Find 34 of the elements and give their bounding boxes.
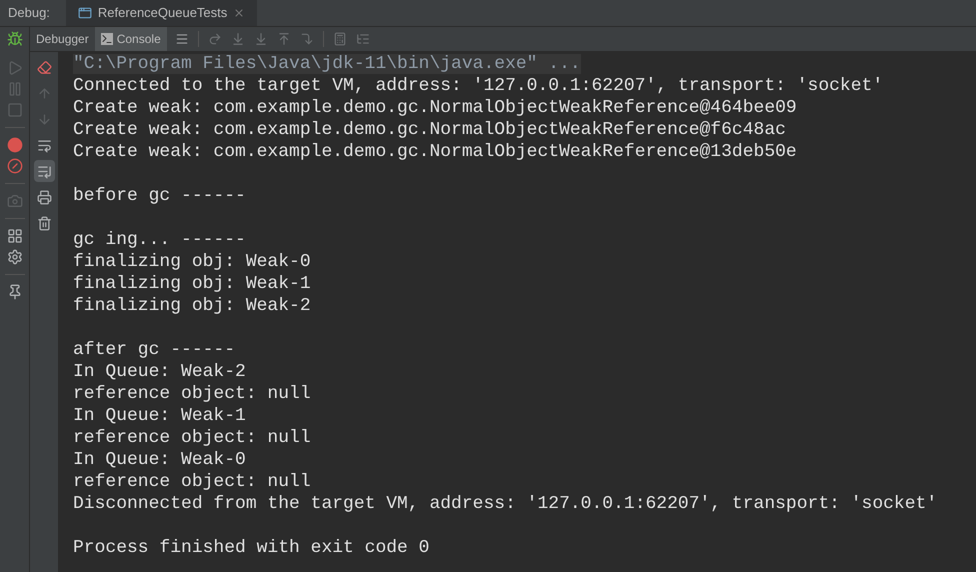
mute-breakpoints-icon[interactable] [6,158,22,174]
console-line: Create weak: com.example.demo.gc.NormalObjectWeakReference@464bee09 [73,98,797,118]
settings-icon[interactable] [6,249,22,265]
menu-icon[interactable] [174,32,189,46]
console-line: finalizing obj: Weak-0 [73,252,311,272]
console-line: before gc ------ [73,186,246,206]
view-tab[interactable]: Console [94,27,167,51]
console-line: In Queue: Weak-0 [73,450,246,470]
window-icon [78,6,92,20]
session-tab[interactable]: ReferenceQueueTests [66,0,258,26]
console-line: Process finished with exit code 0 [73,538,430,558]
bug-icon [6,31,22,47]
terminal-icon [100,33,113,45]
console-line: Disconnected from the target VM, address: '127.0.0.1:62207', transport: 'socket' [73,494,938,514]
session-title: ReferenceQueueTests [98,4,228,22]
console-line: In Queue: Weak-2 [73,362,246,382]
debug-label: Debug: [7,4,51,22]
console-line: Create weak: com.example.demo.gc.NormalObjectWeakReference@13deb50e [73,142,797,162]
pin-icon[interactable] [6,284,22,300]
scroll-to-end-icon[interactable] [34,160,54,182]
console-line: reference object: null [73,472,311,492]
console-line: finalizing obj: Weak-2 [73,296,311,316]
console-line: reference object: null [73,428,311,448]
console-line: reference object: null [73,384,311,404]
console-line: In Queue: Weak-1 [73,406,246,426]
console-line: gc ing... ------ [73,230,246,250]
console-line: Connected to the target VM, address: '127.0.0.1:62207', transport: 'socket' [73,76,884,96]
breakpoints-icon[interactable] [6,137,22,153]
console-line: finalizing obj: Weak-1 [73,274,311,294]
layout-icon[interactable] [6,228,22,244]
view-tab[interactable]: Debugger [30,27,95,51]
console-line: after gc ------ [73,340,236,360]
console-line: Create weak: com.example.demo.gc.NormalObjectWeakReference@f6c48ac [73,120,786,140]
close-icon[interactable] [233,7,246,19]
